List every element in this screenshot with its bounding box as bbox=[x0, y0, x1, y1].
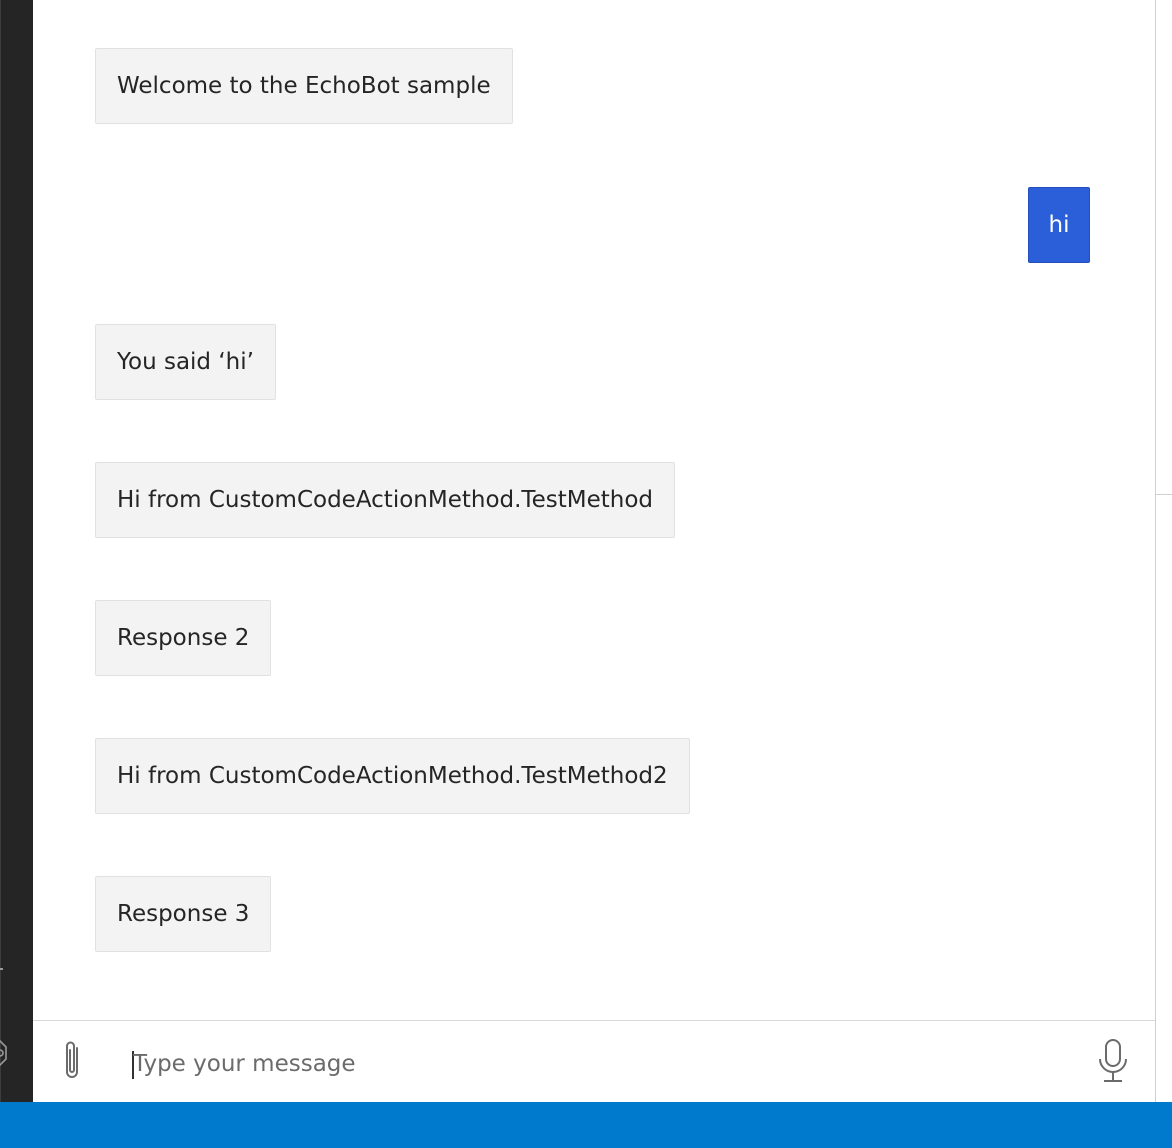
panel-divider-tick bbox=[1156, 494, 1172, 495]
bot-message: Hi from CustomCodeActionMethod.TestMetho… bbox=[95, 738, 690, 814]
transcript: Welcome to the EchoBot sample hi You sai… bbox=[33, 0, 1155, 1102]
paperclip-icon bbox=[66, 1041, 78, 1078]
status-bar bbox=[0, 1102, 1172, 1148]
activity-bar-marker bbox=[0, 968, 3, 970]
attach-button[interactable] bbox=[57, 1033, 87, 1089]
microphone-button[interactable] bbox=[1093, 1033, 1133, 1089]
panel-divider bbox=[1155, 0, 1156, 1102]
message-input[interactable] bbox=[133, 1039, 1073, 1089]
bot-message: Response 3 bbox=[95, 876, 272, 952]
message-text: Response 3 bbox=[117, 901, 250, 927]
bot-message: Hi from CustomCodeActionMethod.TestMetho… bbox=[95, 462, 675, 538]
microphone-icon bbox=[1099, 1039, 1127, 1082]
bot-message: You said ‘hi’ bbox=[95, 324, 276, 400]
user-message: hi bbox=[1028, 187, 1090, 263]
message-text: You said ‘hi’ bbox=[117, 349, 254, 375]
send-box bbox=[33, 1020, 1155, 1102]
webchat-window: Welcome to the EchoBot sample hi You sai… bbox=[0, 0, 1172, 1148]
activity-bar-edge bbox=[0, 0, 1, 1102]
bot-message: Response 2 bbox=[95, 600, 272, 676]
message-text: Response 2 bbox=[117, 625, 250, 651]
message-text: Hi from CustomCodeActionMethod.TestMetho… bbox=[117, 763, 668, 789]
activity-bar bbox=[0, 0, 33, 1102]
settings-gear-icon[interactable] bbox=[0, 1040, 8, 1066]
message-text: hi bbox=[1048, 212, 1070, 238]
bot-message: Welcome to the EchoBot sample bbox=[95, 48, 513, 124]
message-text: Welcome to the EchoBot sample bbox=[117, 73, 491, 99]
message-text: Hi from CustomCodeActionMethod.TestMetho… bbox=[117, 487, 653, 513]
